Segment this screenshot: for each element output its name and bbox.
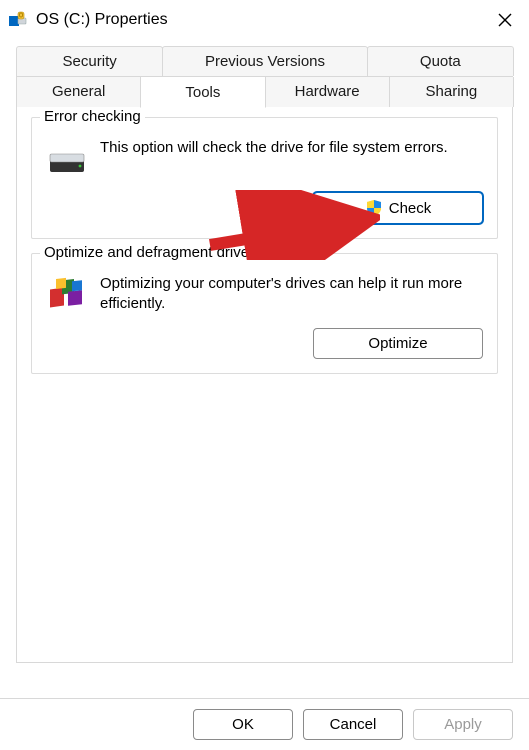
ok-button[interactable]: OK (193, 709, 293, 740)
apply-button: Apply (413, 709, 513, 740)
optimize-group: Optimize and defragment drive Optimizing… (31, 253, 498, 374)
optimize-legend: Optimize and defragment drive (40, 244, 253, 261)
window-title: OS (C:) Properties (36, 11, 491, 29)
tab-previous-versions[interactable]: Previous Versions (162, 46, 367, 76)
tab-hardware[interactable]: Hardware (265, 77, 390, 107)
tab-general[interactable]: General (16, 77, 141, 107)
cancel-button-label: Cancel (330, 716, 377, 733)
optimize-description: Optimizing your computer's drives can he… (100, 274, 483, 316)
ok-button-label: OK (232, 716, 254, 733)
titlebar: OS (C:) Properties (0, 0, 529, 40)
optimize-button-label: Optimize (368, 335, 427, 352)
defrag-icon (46, 274, 88, 316)
optimize-button[interactable]: Optimize (313, 328, 483, 359)
tab-sharing[interactable]: Sharing (389, 77, 514, 107)
error-checking-group: Error checking This option will check th… (31, 117, 498, 239)
cancel-button[interactable]: Cancel (303, 709, 403, 740)
close-icon (497, 12, 513, 28)
tabs-row-1: Security Previous Versions Quota (16, 46, 513, 77)
error-checking-legend: Error checking (40, 108, 145, 125)
tabs-row-2: General Tools Hardware Sharing (16, 77, 513, 107)
tab-tools[interactable]: Tools (140, 78, 265, 108)
close-button[interactable] (491, 6, 519, 34)
check-button-label: Check (389, 200, 432, 217)
shield-icon (365, 199, 383, 217)
drive-icon (46, 138, 88, 180)
tab-quota[interactable]: Quota (367, 46, 514, 76)
tab-body: Error checking This option will check th… (16, 107, 513, 663)
error-checking-description: This option will check the drive for fil… (100, 138, 448, 180)
dialog-footer: OK Cancel Apply (0, 698, 529, 750)
drive-properties-icon (8, 10, 28, 30)
check-button[interactable]: Check (313, 192, 483, 224)
tab-security[interactable]: Security (16, 46, 163, 76)
apply-button-label: Apply (444, 716, 482, 733)
